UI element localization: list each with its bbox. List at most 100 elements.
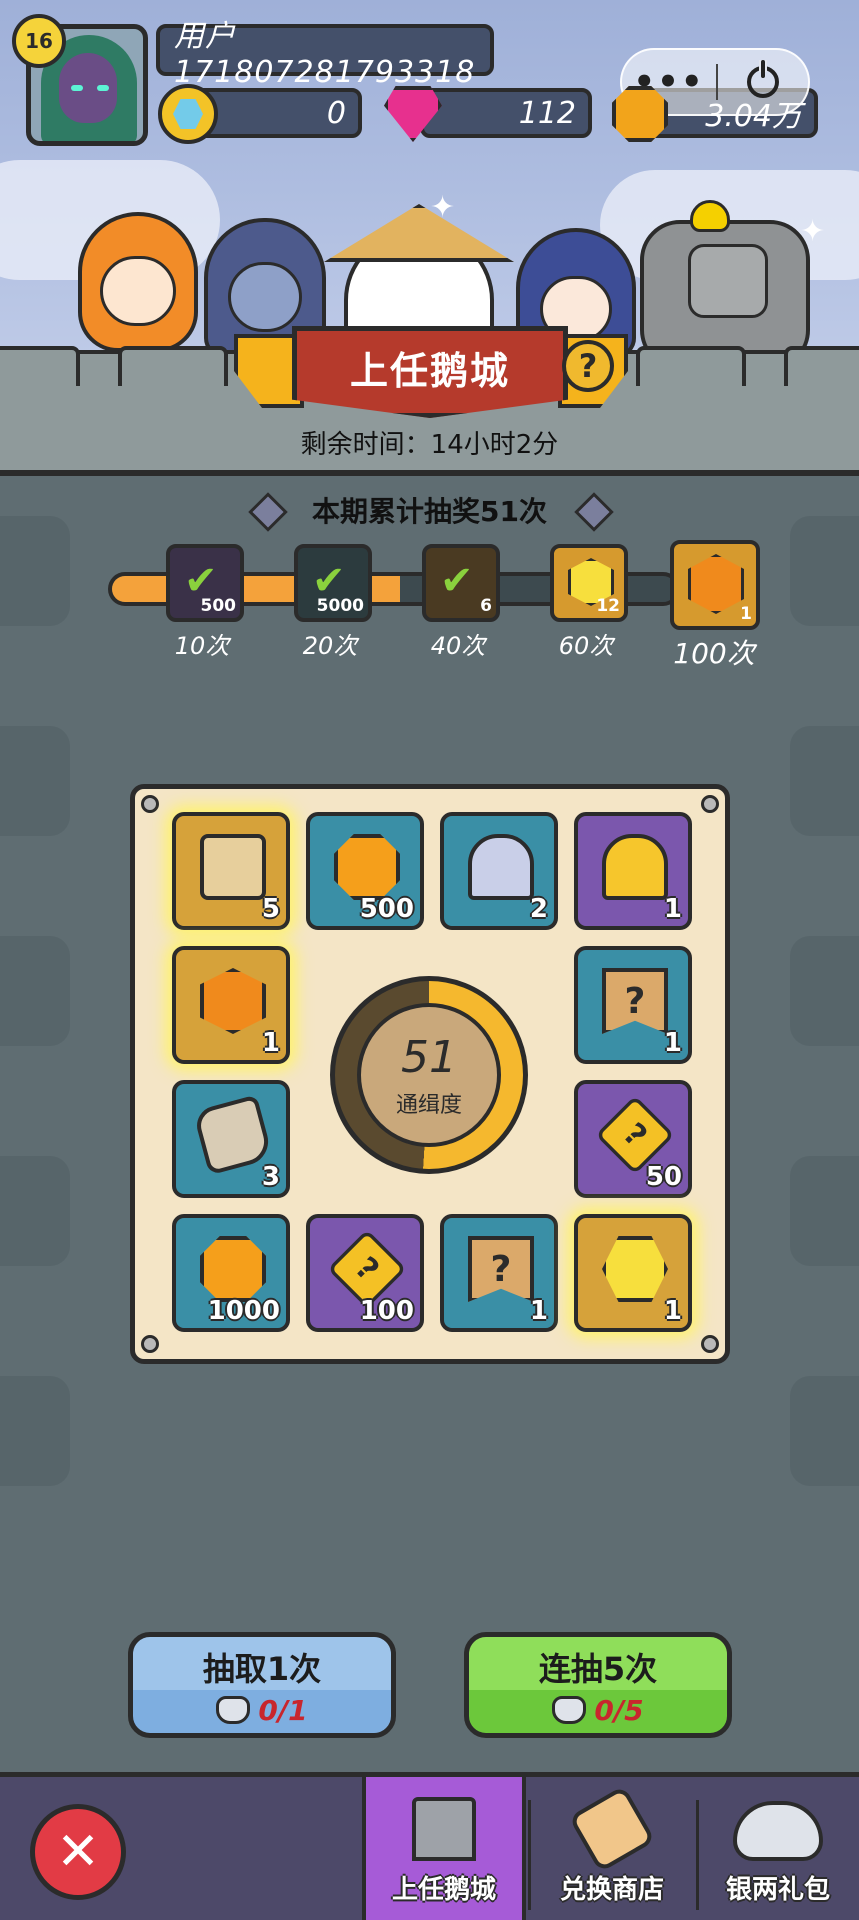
milestone-count: 12 xyxy=(596,596,620,616)
prize-quantity: 5 xyxy=(261,894,280,924)
milestone-label: 10次 xyxy=(174,632,230,660)
milestone-label: 40次 xyxy=(430,632,486,660)
tower-icon xyxy=(412,1797,476,1861)
prize-cell-2[interactable]: 2 xyxy=(440,812,558,930)
wanted-value: 51 xyxy=(401,1031,457,1083)
prize-quantity: 1 xyxy=(529,1296,548,1326)
gold-coin-icon xyxy=(612,86,668,142)
scroll-icon xyxy=(200,834,266,900)
player-level-badge: 16 xyxy=(12,14,66,68)
nail-icon xyxy=(141,1335,159,1353)
wall-merlon xyxy=(0,346,80,386)
prize-cell-8[interactable]: 1000 xyxy=(172,1214,290,1332)
prize-cell-0[interactable]: 5 xyxy=(172,812,290,930)
prize-quantity: 500 xyxy=(359,894,414,924)
yellow-gem-icon xyxy=(602,1236,668,1302)
total-draws-label: 本期累计抽奖51次 xyxy=(312,495,547,528)
prize-cell-9[interactable]: ? 100 xyxy=(306,1214,424,1332)
milestone-count: 5000 xyxy=(316,596,364,616)
checkmark-icon: ✔ xyxy=(440,558,474,604)
prize-cell-10[interactable]: ? 1 xyxy=(440,1214,558,1332)
draw-once-label: 抽取1次 xyxy=(202,1649,322,1688)
prize-quantity: 50 xyxy=(645,1162,682,1192)
nail-icon xyxy=(141,795,159,813)
mystery-banner-icon: ? xyxy=(602,968,668,1034)
silver-ingot-icon xyxy=(552,1696,587,1724)
prize-cell-6[interactable]: 3 xyxy=(172,1080,290,1198)
close-icon: ✕ xyxy=(56,1822,100,1882)
milestone-count: 1 xyxy=(740,604,752,624)
wanted-label: 通缉度 xyxy=(395,1092,462,1118)
wall-merlon xyxy=(118,346,228,386)
diamond-coin-icon xyxy=(158,84,218,144)
draw-once-button[interactable]: 抽取1次 0/1 xyxy=(128,1632,396,1738)
milestone-reward-4[interactable]: 1 xyxy=(670,540,760,630)
power-icon xyxy=(747,60,779,98)
question-mark-glyph: ? xyxy=(348,1250,386,1288)
wanted-meter: 51 通缉度 xyxy=(330,976,528,1174)
draw-once-cost: 0/1 xyxy=(258,1693,308,1727)
event-title-banner: 上任鹅城 xyxy=(292,326,568,418)
scroll-icon xyxy=(568,1785,656,1873)
sparkle-icon: ✦ xyxy=(430,190,456,225)
tab-event-label: 上任鹅城 xyxy=(391,1875,496,1905)
silver-ingot-icon xyxy=(216,1696,251,1724)
hero-fire-monkey xyxy=(78,212,198,352)
silver-ingot-icon xyxy=(733,1801,823,1861)
milestone-reward-0[interactable]: ✔ 500 xyxy=(166,544,244,622)
prize-cell-11[interactable]: 1 xyxy=(574,1214,692,1332)
milestone-count: 500 xyxy=(200,596,237,616)
question-mark-glyph: ? xyxy=(624,980,646,1022)
milestone-reward-2[interactable]: ✔ 6 xyxy=(422,544,500,622)
prize-cell-4[interactable]: 1 xyxy=(172,946,290,1064)
sparkle-icon: ✦ xyxy=(800,214,826,249)
gem-balance: 112 xyxy=(420,88,592,138)
tab-shop-label: 兑换商店 xyxy=(559,1875,664,1905)
orange-gem-icon xyxy=(688,554,744,614)
milestone-label: 100次 xyxy=(673,637,755,670)
prize-quantity: 100 xyxy=(359,1296,414,1326)
question-icon: ? xyxy=(578,347,598,385)
username-label: 用户171807281793318 xyxy=(156,19,494,90)
prize-quantity: 3 xyxy=(261,1162,280,1192)
wall-merlon xyxy=(636,346,746,386)
tab-exchange-shop[interactable]: 兑换商店 xyxy=(530,1777,694,1920)
prize-cell-5[interactable]: ? 1 xyxy=(574,946,692,1064)
orange-gem-icon xyxy=(200,968,266,1034)
prize-cell-1[interactable]: 500 xyxy=(306,812,424,930)
draw-five-button[interactable]: 连抽5次 0/5 xyxy=(464,1632,732,1738)
milestone-label: 60次 xyxy=(558,632,614,660)
close-button[interactable]: ✕ xyxy=(30,1804,126,1900)
event-title: 上任鹅城 xyxy=(349,348,510,393)
prize-quantity: 1000 xyxy=(207,1296,280,1326)
prize-quantity: 1 xyxy=(663,1028,682,1058)
gold-coin-icon xyxy=(200,1236,266,1302)
help-button[interactable]: ? xyxy=(562,340,614,392)
draw-five-cost: 0/5 xyxy=(594,1693,644,1727)
tab-event[interactable]: 上任鹅城 xyxy=(362,1777,526,1920)
tab-silver-pack[interactable]: 银两礼包 xyxy=(697,1777,859,1920)
milestone-label: 20次 xyxy=(302,632,358,660)
draw-five-label: 连抽5次 xyxy=(538,1649,658,1688)
duck-icon xyxy=(690,200,730,232)
silver-key-icon xyxy=(468,834,534,900)
tab-pack-label: 银两礼包 xyxy=(725,1875,830,1905)
question-mark-glyph: ? xyxy=(490,1248,512,1290)
prize-cell-7[interactable]: ? 50 xyxy=(574,1080,692,1198)
prize-quantity: 1 xyxy=(663,894,682,924)
nail-icon xyxy=(701,795,719,813)
nail-icon xyxy=(701,1335,719,1353)
mystery-banner-icon: ? xyxy=(468,1236,534,1302)
prize-quantity: 1 xyxy=(663,1296,682,1326)
milestone-reward-1[interactable]: ✔ 5000 xyxy=(294,544,372,622)
exit-button[interactable] xyxy=(718,60,808,98)
prize-quantity: 1 xyxy=(261,1028,280,1058)
remaining-time: 剩余时间：14小时2分 xyxy=(300,430,559,460)
wall-merlon xyxy=(784,346,859,386)
milestone-reward-3[interactable]: 12 xyxy=(550,544,628,622)
prize-cell-3[interactable]: 1 xyxy=(574,812,692,930)
gold-key-icon xyxy=(602,834,668,900)
gold-coin-icon xyxy=(334,834,400,900)
prize-quantity: 2 xyxy=(529,894,548,924)
milestone-count: 6 xyxy=(480,596,492,616)
